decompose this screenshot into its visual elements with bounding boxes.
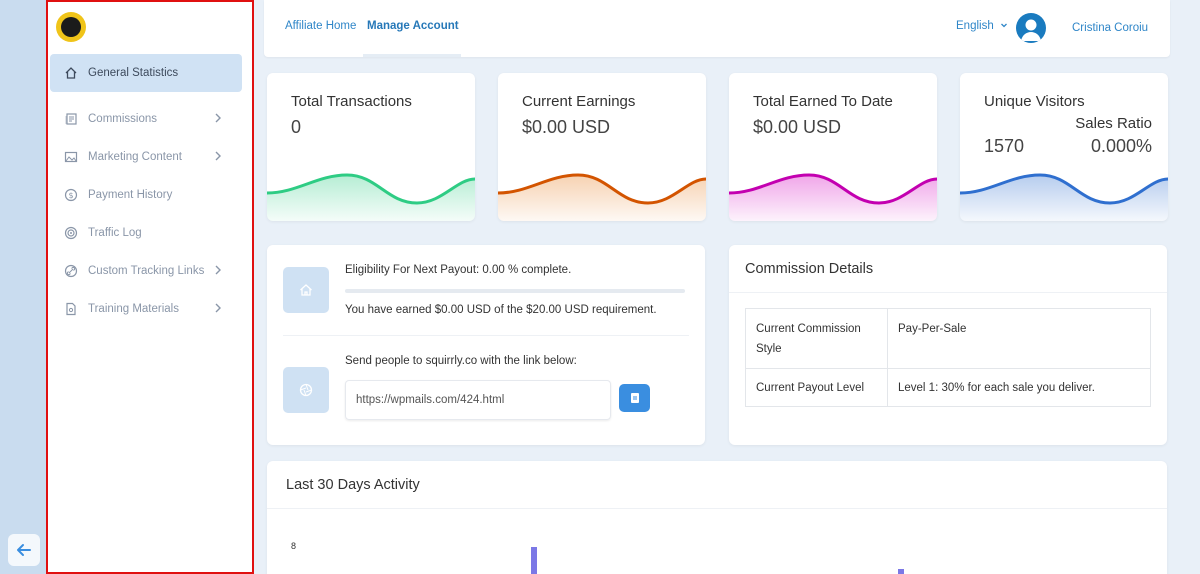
eligibility-text: Eligibility For Next Payout: 0.00 % comp… [345, 264, 572, 276]
sidebar: General Statistics Commissions Marketing… [46, 0, 254, 574]
sidebar-item-label: Custom Tracking Links [88, 265, 205, 277]
commission-details-title: Commission Details [745, 261, 874, 277]
stat-card-current-earnings: Current Earnings $0.00 USD [498, 73, 706, 221]
wave-graphic [267, 173, 475, 221]
sidebar-item-label: General Statistics [88, 67, 179, 79]
svg-text:$: $ [68, 191, 73, 200]
aperture-icon [299, 383, 313, 397]
payout-progress-bar [345, 289, 685, 293]
sidebar-item-payment-history[interactable]: $ Payment History [50, 176, 242, 214]
chevron-right-icon [215, 265, 221, 275]
copy-icon [630, 393, 639, 403]
stat-sub-value: 0.000% [1090, 136, 1152, 156]
chevron-down-icon [1000, 23, 1007, 28]
activity-card: Last 30 Days Activity 8 [267, 461, 1167, 574]
sidebar-item-custom-tracking-links[interactable]: Custom Tracking Links [50, 252, 242, 290]
stat-value: 0 [291, 117, 302, 137]
stat-value: 1570 [984, 136, 1025, 156]
stat-card-unique-visitors: Unique Visitors Sales Ratio 1570 0.000% [960, 73, 1168, 221]
target-icon [64, 226, 78, 240]
send-people-text: Send people to squirrly.co with the link… [345, 355, 577, 367]
arrow-left-icon [17, 544, 31, 556]
stat-card-total-transactions: Total Transactions 0 [267, 73, 475, 221]
divider [729, 292, 1167, 293]
sidebar-item-label: Training Materials [88, 303, 179, 315]
image-icon [64, 150, 78, 164]
tab-affiliate-home[interactable]: Affiliate Home [285, 20, 356, 32]
table-cell-value: Level 1: 30% for each sale you deliver. [887, 368, 1151, 407]
sidebar-item-commissions[interactable]: Commissions [50, 100, 242, 138]
chevron-right-icon [215, 113, 221, 123]
stat-title: Total Transactions [291, 93, 412, 110]
table-cell-label: Current Payout Level [745, 368, 888, 407]
language-select[interactable]: English [956, 20, 1008, 32]
commissions-icon [64, 112, 78, 126]
commission-details-card: Commission Details Current Commission St… [729, 245, 1167, 445]
divider [283, 335, 689, 336]
payout-card: Eligibility For Next Payout: 0.00 % comp… [267, 245, 705, 445]
collapse-sidebar-button[interactable] [8, 534, 40, 566]
chevron-right-icon [215, 303, 221, 313]
stat-value: $0.00 USD [753, 117, 842, 137]
sidebar-item-label: Payment History [88, 189, 173, 201]
home-icon [64, 66, 78, 80]
logo[interactable] [56, 12, 86, 42]
tab-manage-account[interactable]: Manage Account [367, 20, 459, 32]
sidebar-item-training-materials[interactable]: Training Materials [50, 290, 242, 328]
table-cell-value: Pay-Per-Sale [887, 308, 1151, 369]
divider [267, 508, 1167, 509]
sidebar-item-label: Commissions [88, 113, 158, 125]
top-bar: Affiliate Home Manage Account English Cr… [264, 0, 1170, 57]
activity-title: Last 30 Days Activity [286, 477, 420, 493]
activity-bar [898, 569, 904, 574]
document-icon [64, 302, 78, 316]
sidebar-item-marketing-content[interactable]: Marketing Content [50, 138, 242, 176]
copy-link-button[interactable] [619, 384, 650, 412]
dollar-icon: $ [64, 188, 78, 202]
tab-active-indicator [363, 54, 461, 57]
wave-graphic [960, 173, 1168, 221]
language-label: English [956, 20, 994, 32]
chevron-right-icon [215, 151, 221, 161]
sidebar-item-general-statistics[interactable]: General Statistics [50, 54, 242, 92]
link-icon [64, 264, 78, 278]
table-row: Current Commission Style Pay-Per-Sale [745, 308, 1151, 369]
wave-graphic [729, 173, 937, 221]
left-strip [0, 0, 46, 574]
logo-mark [61, 17, 81, 37]
user-icon [1021, 19, 1041, 41]
stat-title: Unique Visitors [984, 93, 1085, 110]
stat-card-total-earned-to-date: Total Earned To Date $0.00 USD [729, 73, 937, 221]
stat-title: Total Earned To Date [753, 93, 893, 110]
stat-title: Current Earnings [522, 93, 636, 110]
stat-subtitle: Sales Ratio [1075, 115, 1152, 132]
username-link[interactable]: Cristina Coroiu [1072, 22, 1148, 34]
home-icon [300, 284, 312, 296]
stat-value: $0.00 USD [522, 117, 611, 137]
sidebar-item-traffic-log[interactable]: Traffic Log [50, 214, 242, 252]
activity-bar [531, 547, 537, 574]
sidebar-item-label: Traffic Log [88, 227, 142, 239]
table-row: Current Payout Level Level 1: 30% for ea… [745, 368, 1151, 407]
y-axis-tick: 8 [291, 541, 297, 551]
payout-icon-box [283, 267, 329, 313]
earned-text: You have earned $0.00 USD of the $20.00 … [345, 304, 657, 316]
affiliate-link-field[interactable]: https://wpmails.com/424.html [345, 380, 611, 420]
link-icon-box [283, 367, 329, 413]
wave-graphic [498, 173, 706, 221]
table-cell-label: Current Commission Style [745, 308, 888, 369]
commission-details-table: Current Commission Style Pay-Per-Sale Cu… [745, 308, 1151, 407]
sidebar-item-label: Marketing Content [88, 151, 182, 163]
avatar[interactable] [1016, 13, 1046, 43]
